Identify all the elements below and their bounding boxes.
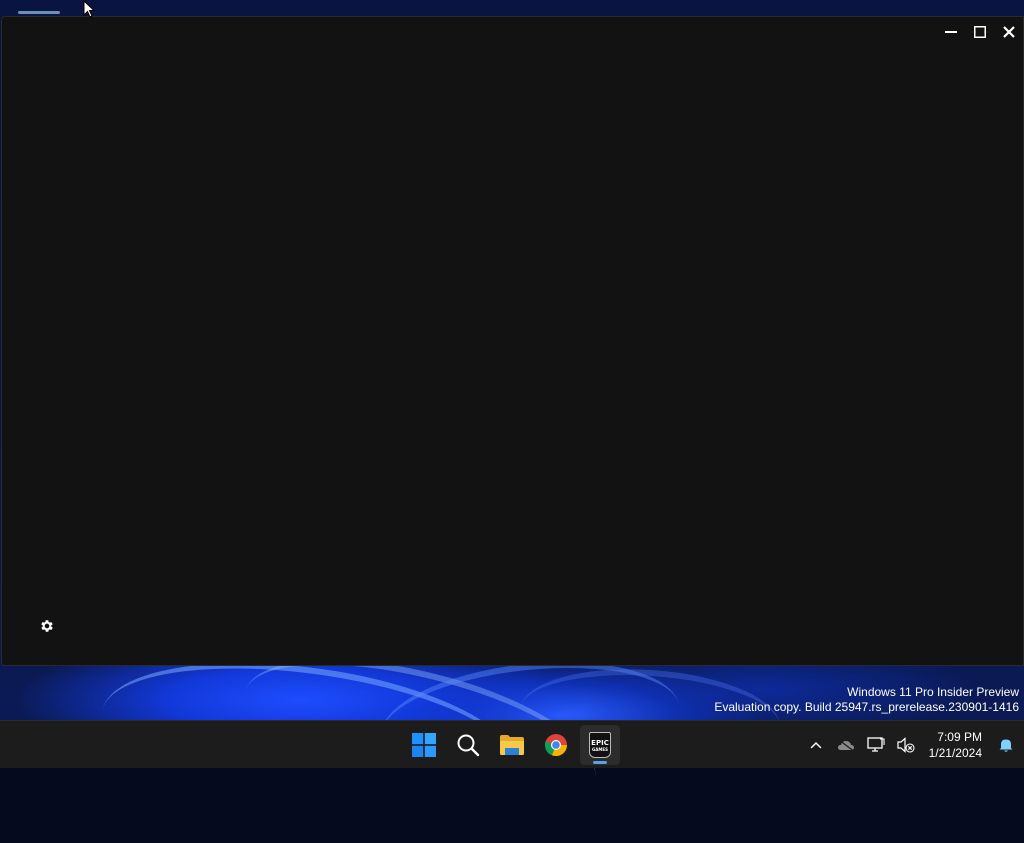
volume-button[interactable] bbox=[891, 725, 921, 765]
search-icon bbox=[457, 734, 480, 757]
close-icon bbox=[1002, 26, 1015, 38]
system-tray: 7:09 PM 1/21/2024 bbox=[801, 721, 1024, 769]
epic-games-launcher-window bbox=[1, 16, 1024, 666]
show-hidden-icons-button[interactable] bbox=[801, 725, 831, 765]
active-app-indicator bbox=[593, 761, 607, 764]
taskbar: EPIC GAMES 7:09 PM 1/21/2024 bbox=[0, 720, 1024, 768]
epic-games-icon: EPIC GAMES bbox=[589, 732, 611, 758]
clock-time: 7:09 PM bbox=[937, 730, 982, 744]
close-button[interactable] bbox=[994, 17, 1023, 47]
mouse-cursor-icon bbox=[83, 0, 95, 18]
search-button[interactable] bbox=[448, 725, 488, 765]
clock[interactable]: 7:09 PM 1/21/2024 bbox=[921, 729, 988, 761]
windows-watermark: Windows 11 Pro Insider Preview Evaluatio… bbox=[714, 685, 1019, 715]
chrome-button[interactable] bbox=[536, 725, 576, 765]
network-button[interactable] bbox=[861, 725, 891, 765]
network-icon bbox=[866, 737, 885, 752]
chevron-up-icon bbox=[810, 741, 822, 749]
settings-button[interactable] bbox=[38, 617, 56, 635]
onedrive-offline-icon bbox=[837, 739, 854, 751]
notifications-button[interactable] bbox=[988, 725, 1024, 765]
watermark-edition: Windows 11 Pro Insider Preview bbox=[847, 685, 1019, 699]
onedrive-button[interactable] bbox=[831, 725, 861, 765]
maximize-button[interactable] bbox=[965, 17, 994, 47]
start-button[interactable] bbox=[404, 725, 444, 765]
windows-logo-icon bbox=[412, 733, 436, 757]
clock-date: 1/21/2024 bbox=[928, 746, 982, 760]
maximize-icon bbox=[973, 26, 986, 38]
folder-icon bbox=[500, 735, 524, 755]
gear-icon bbox=[41, 620, 53, 632]
epic-games-button[interactable]: EPIC GAMES bbox=[580, 725, 620, 765]
epic-logo-subtext: GAMES bbox=[592, 746, 608, 752]
file-explorer-button[interactable] bbox=[492, 725, 532, 765]
watermark-build: Evaluation copy. Build 25947.rs_prerelea… bbox=[714, 700, 1019, 714]
window-controls bbox=[936, 17, 1023, 47]
epic-logo-text: EPIC bbox=[591, 738, 609, 747]
minimize-icon bbox=[944, 31, 957, 33]
bell-icon bbox=[999, 739, 1013, 752]
minimize-button[interactable] bbox=[936, 17, 965, 47]
taskbar-apps: EPIC GAMES bbox=[402, 724, 622, 766]
window-edge-tab bbox=[18, 11, 60, 14]
chrome-icon bbox=[544, 734, 568, 757]
volume-muted-icon bbox=[897, 737, 915, 753]
